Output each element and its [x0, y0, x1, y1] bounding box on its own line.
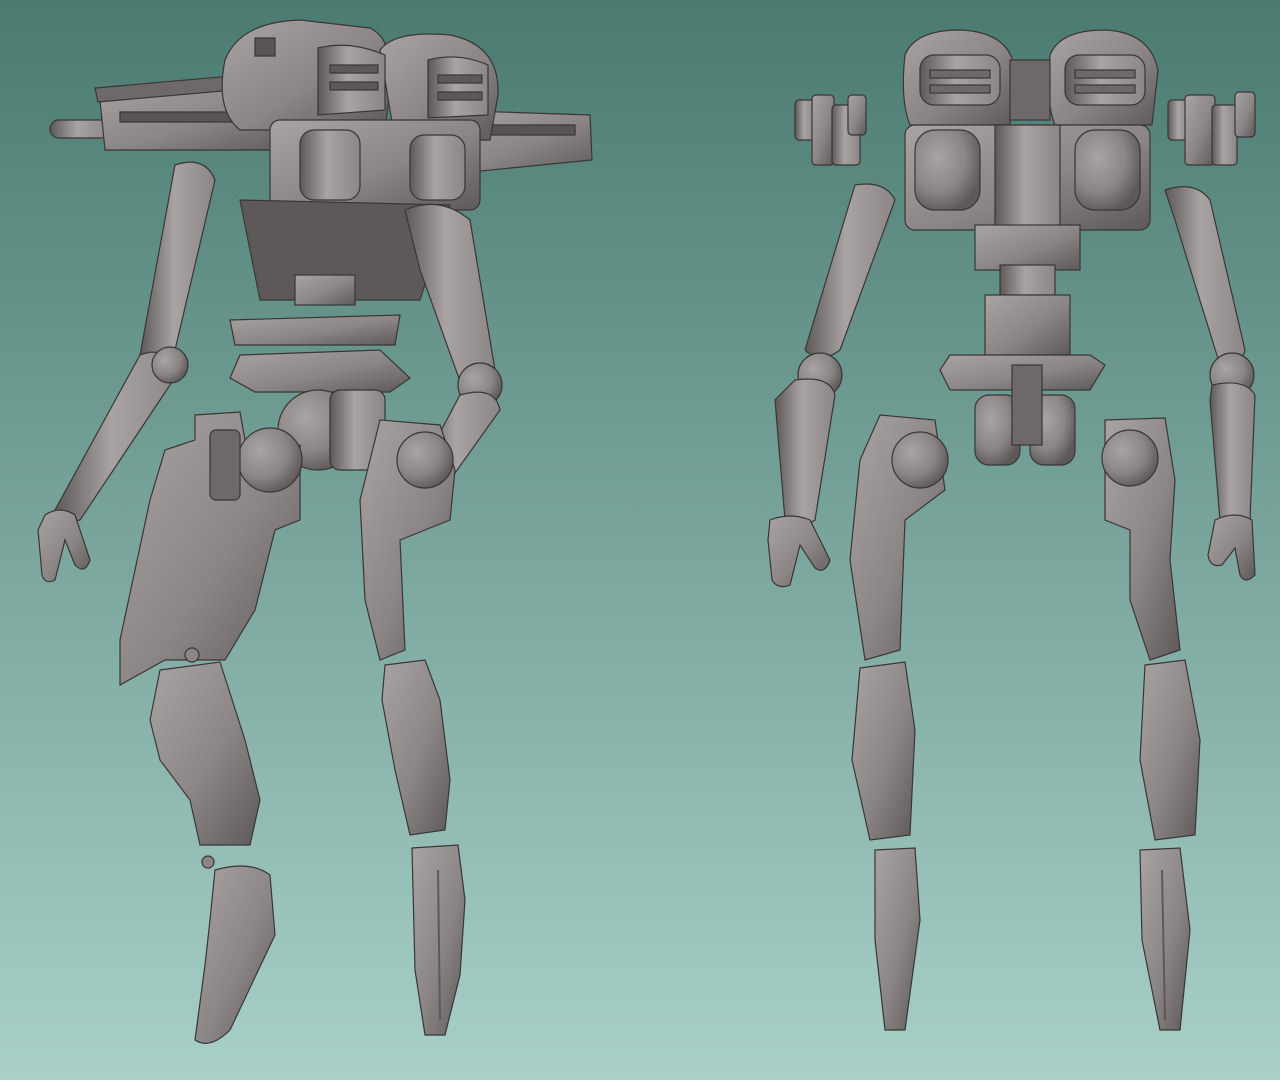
- sculpt-render-canvas: [0, 0, 1280, 1080]
- mech-sculpt-image: [0, 0, 1280, 1080]
